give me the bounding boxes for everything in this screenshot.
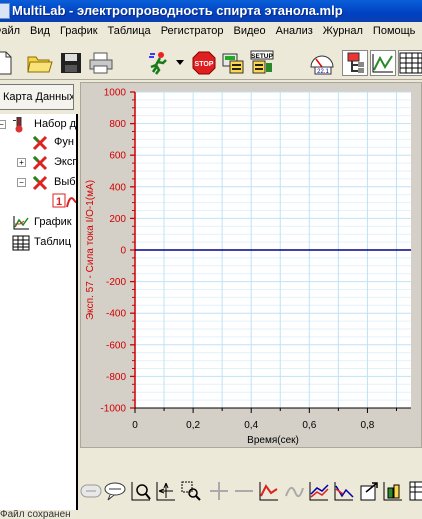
status-bar: Файл сохранен — [0, 510, 422, 519]
tree-label: Набор д — [34, 118, 77, 130]
y-tick-label: 1000 — [104, 88, 127, 99]
sheet-icon[interactable] — [406, 480, 422, 502]
menu-graph[interactable]: График — [55, 22, 103, 37]
setup-label: SETUP — [251, 53, 273, 60]
y-tick-label: -400 — [106, 309, 126, 320]
stop-label: STOP — [195, 61, 214, 68]
tree-node-data-set[interactable]: − Набор д — [0, 116, 77, 134]
menu-view[interactable]: Вид — [25, 22, 55, 37]
tree-label: График — [34, 216, 72, 228]
collapse-icon[interactable]: − — [0, 120, 6, 129]
series-1-icon: 1 — [52, 193, 76, 208]
tables-icon — [12, 235, 30, 251]
x-tick-label: 0,2 — [186, 420, 200, 431]
zoom-select-icon[interactable] — [180, 480, 202, 502]
x-tick-label: 0 — [132, 420, 138, 431]
x-ticks: 0 0,2 0,4 0,6 0,8 — [132, 408, 397, 431]
graph-icon[interactable] — [370, 50, 396, 76]
tree-node-tables[interactable]: Таблиц — [0, 234, 76, 252]
line-graph-icon[interactable] — [258, 480, 280, 502]
data-tree: − Набор д Фун + Эксп − Выб 1 График — [0, 114, 78, 510]
y-axis-label: Эксп. 57 - Сила тока I/O-1(мА) — [85, 180, 96, 320]
x-tick-label: 0,4 — [244, 420, 258, 431]
tree-node-selected[interactable]: − Выб — [0, 174, 76, 192]
graphs-icon — [13, 216, 29, 230]
dropdown-arrow-icon[interactable] — [173, 50, 187, 76]
tree-node-graphs[interactable]: График — [0, 214, 76, 232]
data-map-panel: Карта Данных − Набор д Фун + Эксп − Выб … — [0, 82, 78, 510]
main-toolbar: STOP SETUP 22.1 — [0, 42, 422, 80]
export-icon[interactable] — [358, 480, 380, 502]
svg-text:1: 1 — [56, 196, 62, 208]
y-tick-label: 400 — [109, 182, 126, 193]
meter-icon[interactable]: 22.1 — [309, 50, 335, 76]
pan-icon[interactable] — [155, 480, 177, 502]
y-tick-label: -800 — [106, 372, 126, 383]
tree-node-experiments[interactable]: + Эксп — [0, 154, 78, 172]
crosshair-icon[interactable] — [208, 480, 230, 502]
table-icon[interactable] — [398, 50, 422, 76]
menu-bar: ФайлВидГрафикТаблицаРегистраторВидеоАнал… — [0, 22, 422, 42]
save-icon[interactable] — [58, 50, 84, 76]
y-ticks: 1000 800 600 400 200 0 -200 -400 -600 -800 -1000 — [100, 88, 135, 415]
menu-help[interactable]: Помощь — [368, 22, 421, 37]
experiments-icon — [32, 155, 48, 171]
window-title: MultiLab - электропроводность спирта эта… — [12, 3, 343, 18]
menu-table[interactable]: Таблица — [103, 22, 156, 37]
y-tick-label: -200 — [106, 277, 126, 288]
bar-graph-icon[interactable] — [333, 480, 355, 502]
menu-analysis[interactable]: Анализ — [271, 22, 318, 37]
run-icon[interactable] — [146, 50, 172, 76]
annotation-icon[interactable] — [104, 480, 126, 502]
tree-label: Таблиц — [34, 236, 72, 248]
meter-readout: 22.1 — [317, 69, 329, 75]
menu-file[interactable]: Файл — [0, 22, 25, 37]
y-tick-label: 0 — [120, 246, 126, 257]
minus-icon[interactable] — [233, 480, 255, 502]
y-tick-label: 200 — [109, 214, 126, 225]
menu-journal[interactable]: Журнал — [318, 22, 368, 37]
zoom-fit-icon[interactable] — [130, 480, 152, 502]
text-icon[interactable] — [80, 480, 102, 502]
chart-svg[interactable]: 1000 800 600 400 200 0 -200 -400 -600 -800 -1000 0… — [81, 83, 422, 449]
menu-logger[interactable]: Регистратор — [156, 22, 229, 37]
x-axis-label: Время(сек) — [247, 435, 299, 446]
expand-icon[interactable]: + — [17, 158, 26, 167]
menu-video[interactable]: Видео — [229, 22, 271, 37]
smooth-icon[interactable] — [283, 480, 305, 502]
status-text: Файл сохранен — [0, 510, 71, 519]
tree-node-functions[interactable]: Фун — [0, 134, 76, 152]
x-tick-label: 0,8 — [360, 420, 374, 431]
tree-node-graph-series[interactable]: 1 — [0, 192, 76, 210]
graph-toolbar — [80, 478, 422, 506]
y-tick-label: -600 — [106, 340, 126, 351]
open-folder-icon[interactable] — [27, 50, 53, 76]
x-tick-label: 0,6 — [302, 420, 316, 431]
app-icon — [0, 3, 10, 19]
tree-label: Фун — [54, 136, 74, 148]
graph-panel[interactable]: 1000 800 600 400 200 0 -200 -400 -600 -800 -1000 0… — [80, 82, 422, 448]
new-file-icon[interactable] — [0, 50, 16, 76]
print-icon[interactable] — [88, 50, 114, 76]
title-bar: MultiLab - электропроводность спирта эта… — [0, 0, 422, 22]
selected-icon — [32, 175, 48, 191]
y-tick-label: -1000 — [100, 404, 126, 415]
tab-data-map[interactable]: Карта Данных — [0, 84, 74, 110]
setup-icon[interactable]: SETUP — [249, 50, 275, 76]
tree-label: Выб — [54, 176, 76, 188]
y-tick-label: 600 — [109, 151, 126, 162]
y-tick-label: 800 — [109, 119, 126, 130]
logger-icon[interactable] — [220, 50, 246, 76]
functions-icon — [32, 135, 48, 151]
collapse-icon[interactable]: − — [17, 178, 26, 187]
data-map-icon[interactable] — [342, 50, 368, 76]
tree-label: Эксп — [54, 156, 78, 168]
multi-graph-icon[interactable] — [308, 480, 330, 502]
thermometer-icon — [13, 117, 23, 133]
stop-icon[interactable]: STOP — [191, 50, 217, 76]
settings-icon[interactable] — [382, 480, 404, 502]
